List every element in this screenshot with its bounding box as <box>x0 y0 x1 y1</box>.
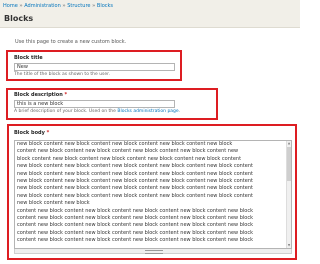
textarea-line: content new block content new block cont… <box>17 237 253 244</box>
textarea-line: block content new block content new bloc… <box>17 155 242 162</box>
textarea-scrollbar[interactable]: ▲ ▼ <box>286 141 291 248</box>
block-description-label-text: Block description <box>14 92 63 98</box>
scrollbar-thumb[interactable] <box>287 147 291 181</box>
textarea-line: content new block content new block cont… <box>17 229 253 236</box>
block-description-help-end: . <box>178 109 181 114</box>
textarea-line: new block content new block content new … <box>17 141 233 147</box>
textarea-line: content new block content new block cont… <box>17 148 239 155</box>
resize-grip-icon <box>145 250 163 254</box>
textarea-line: content new block content new block cont… <box>17 222 253 229</box>
block-description-help-text: A brief description of your block. Used … <box>14 109 116 114</box>
breadcrumb-administration[interactable]: Administration <box>24 3 61 9</box>
block-description-input[interactable]: this is a new block <box>14 100 175 108</box>
textarea-resize-handle[interactable] <box>14 249 292 254</box>
block-body-label: Block body * <box>14 130 49 136</box>
breadcrumb-separator: » <box>19 3 23 9</box>
textarea-line: new block content new block content new … <box>17 178 253 185</box>
textarea-line: content new block content new block cont… <box>17 207 253 214</box>
blocks-administration-link[interactable]: Blocks administration page <box>117 109 178 114</box>
breadcrumb-separator: » <box>62 3 66 9</box>
textarea-line: content new block content new block cont… <box>17 215 253 222</box>
block-title-description: The title of the block as shown to the u… <box>14 72 111 77</box>
block-title-input[interactable]: New <box>14 63 175 71</box>
textarea-line: new block content new block content new … <box>17 163 253 170</box>
block-description-label: Block description * <box>14 92 67 98</box>
block-title-label-text: Block title <box>14 55 43 61</box>
breadcrumb: Home » Administration » Structure » Bloc… <box>3 3 113 9</box>
required-marker: * <box>46 130 50 136</box>
required-marker: * <box>64 92 68 98</box>
breadcrumb-separator: » <box>92 3 96 9</box>
textarea-line: new block content new block <box>17 200 90 207</box>
intro-text: Use this page to create a new custom blo… <box>15 39 127 45</box>
page-header: Home » Administration » Structure » Bloc… <box>0 0 300 28</box>
breadcrumb-structure[interactable]: Structure <box>67 3 90 9</box>
breadcrumb-blocks[interactable]: Blocks <box>97 3 113 9</box>
block-body-textarea[interactable]: new block content new block content new … <box>14 140 292 249</box>
breadcrumb-home[interactable]: Home <box>3 3 18 9</box>
scroll-down-arrow-icon[interactable]: ▼ <box>287 243 291 248</box>
textarea-line: new block content new block content new … <box>17 192 253 199</box>
textarea-line: new block content new block content new … <box>17 170 253 177</box>
scroll-up-arrow-icon[interactable]: ▲ <box>287 141 291 146</box>
block-description-help: A brief description of your block. Used … <box>14 109 180 114</box>
block-body-label-text: Block body <box>14 130 45 136</box>
page-title: Blocks <box>4 14 34 23</box>
block-title-label: Block title <box>14 55 43 61</box>
textarea-line: new block content new block content new … <box>17 185 253 192</box>
